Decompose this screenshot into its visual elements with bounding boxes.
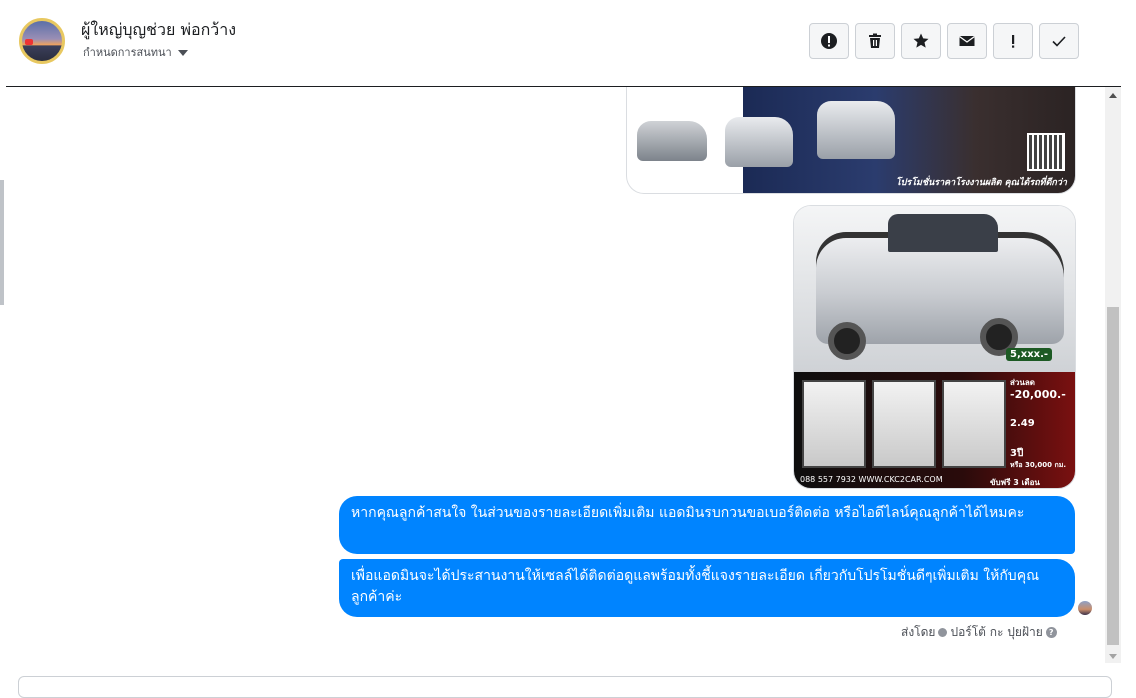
wheel-graphic — [828, 322, 866, 360]
image-message-truck[interactable]: 5,xxx.- ส่วนลด -20,000.- 2.49 3ปี หรือ 3… — [793, 205, 1076, 489]
qr-code-image — [1027, 133, 1065, 171]
price-badge: 5,xxx.- — [1006, 348, 1053, 361]
delete-button[interactable] — [855, 23, 895, 59]
caret-down-icon — [177, 50, 188, 56]
free-drive-text: ขับฟรี 3 เดือน — [990, 478, 1040, 487]
truck-window — [888, 214, 998, 252]
follow-up-button[interactable] — [993, 23, 1033, 59]
envelope-icon — [959, 35, 975, 46]
sent-by-label: ส่งโดย — [901, 625, 936, 639]
conversation-label-dropdown[interactable]: กำหนดการสนทนา — [83, 43, 188, 61]
promo-panel: ส่วนลด -20,000.- 2.49 3ปี หรือ 30,000 กม… — [794, 372, 1075, 488]
help-icon[interactable]: ? — [1045, 627, 1057, 638]
left-panel-edge — [0, 180, 4, 305]
spam-button[interactable] — [809, 23, 849, 59]
star-icon — [913, 33, 929, 48]
scroll-down-arrow-icon[interactable] — [1109, 654, 1117, 659]
car-graphic — [817, 101, 895, 159]
seen-avatar — [1078, 601, 1092, 615]
message-bubble[interactable]: หากคุณลูกค้าสนใจ ในส่วนของรายละเอียดเพิ่… — [339, 496, 1075, 554]
contact-url: 088 557 7932 WWW.CKC2CAR.COM — [800, 475, 943, 484]
message-thread[interactable]: โปรโมชั่นราคาโรงงานผลิต คุณได้รถที่ดีกว่… — [6, 87, 1105, 663]
contact-name[interactable]: ผู้ใหญ่บุญช่วย พ่อกว้าง — [81, 18, 236, 43]
car-graphic — [637, 121, 707, 161]
rate-value: 2.49 — [1010, 418, 1035, 429]
mark-done-button[interactable] — [1039, 23, 1079, 59]
warranty-note: หรือ 30,000 กม. — [1010, 461, 1066, 469]
thread-scrollbar[interactable] — [1105, 87, 1121, 663]
avatar-badge — [25, 39, 33, 45]
mark-unread-button[interactable] — [947, 23, 987, 59]
thumbnail-front — [802, 380, 866, 468]
conversation-header: ผู้ใหญ่บุญช่วย พ่อกว้าง กำหนดการสนทนา — [6, 0, 1121, 87]
check-icon — [1052, 36, 1066, 47]
warranty-value: 3ปี — [1010, 448, 1024, 459]
label-dropdown-text: กำหนดการสนทนา — [83, 46, 172, 59]
scrollbar-thumb[interactable] — [1107, 307, 1119, 645]
promo-text: โปรโมชั่นราคาโรงงานผลิต คุณได้รถที่ดีกว่… — [895, 178, 1067, 188]
trash-icon — [869, 33, 881, 48]
image-message-cars[interactable]: โปรโมชั่นราคาโรงงานผลิต คุณได้รถที่ดีกว่… — [626, 87, 1076, 194]
car-graphic — [725, 117, 793, 167]
truck-photo: 5,xxx.- — [794, 206, 1075, 372]
exclamation-circle-icon — [821, 33, 837, 49]
message-composer[interactable] — [18, 676, 1112, 698]
discount-value: -20,000.- — [1010, 388, 1066, 401]
thumbnail-side — [942, 380, 1006, 468]
sender-name: ปอร์โต้ กะ ปุยฝ้าย — [950, 625, 1043, 639]
message-bubble[interactable]: เพื่อแอดมินจะได้ประสานงานให้เซลล์ได้ติดต… — [339, 559, 1075, 617]
scroll-up-arrow-icon[interactable] — [1109, 93, 1117, 98]
action-toolbar — [809, 23, 1079, 59]
exclamation-icon — [1012, 35, 1015, 48]
thumbnail-rear — [872, 380, 936, 468]
user-icon — [938, 628, 948, 637]
sent-by-info: ส่งโดย ปอร์โต้ กะ ปุยฝ้าย ? — [901, 623, 1057, 642]
star-button[interactable] — [901, 23, 941, 59]
